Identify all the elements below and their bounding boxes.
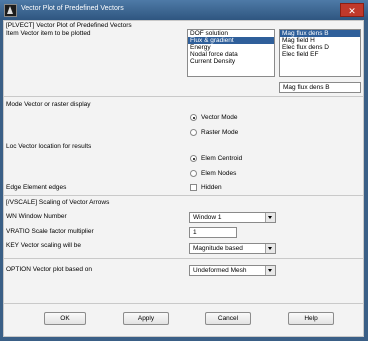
scale-factor-input[interactable]: 1 bbox=[189, 227, 237, 238]
cancel-button[interactable]: Cancel bbox=[205, 312, 251, 325]
apply-button[interactable]: Apply bbox=[123, 312, 169, 325]
hidden-checkbox[interactable] bbox=[190, 184, 197, 191]
item-component-list[interactable]: Mag flux dens B Mag field H Elec flux de… bbox=[279, 29, 361, 77]
elem-centroid-label: Elem Centroid bbox=[201, 155, 243, 162]
help-button[interactable]: Help bbox=[288, 312, 334, 325]
edge-label: Edge Element edges bbox=[6, 184, 67, 191]
option-label: OPTION Vector plot based on bbox=[6, 266, 92, 273]
item-label: Item Vector item to be plotted bbox=[6, 30, 91, 37]
raster-mode-label: Raster Mode bbox=[201, 129, 239, 136]
list-item[interactable]: DOF solution bbox=[188, 30, 274, 37]
dialog-body: [PLVECT] Vector Plot of Predefined Vecto… bbox=[3, 20, 364, 337]
hidden-label: Hidden bbox=[201, 184, 222, 191]
list-item[interactable]: Energy bbox=[188, 44, 274, 51]
vector-mode-label: Vector Mode bbox=[201, 114, 238, 121]
divider bbox=[4, 96, 363, 97]
chevron-down-icon[interactable] bbox=[265, 266, 275, 275]
divider bbox=[4, 258, 363, 259]
loc-label: Loc Vector location for results bbox=[6, 143, 92, 150]
plot-based-on-select[interactable]: Undeformed Mesh bbox=[189, 265, 276, 276]
list-item[interactable]: Elec flux dens D bbox=[280, 44, 360, 51]
item-category-list[interactable]: DOF solution Flux & gradient Energy Noda… bbox=[187, 29, 275, 77]
divider bbox=[4, 303, 363, 304]
divider bbox=[4, 195, 363, 196]
mode-label: Mode Vector or raster display bbox=[6, 101, 91, 108]
key-scaling-select[interactable]: Magnitude based bbox=[189, 243, 276, 254]
list-item[interactable]: Nodal force data bbox=[188, 51, 274, 58]
key-scaling-value: Magnitude based bbox=[193, 245, 243, 252]
list-item[interactable]: Current Density bbox=[188, 58, 274, 65]
elem-nodes-radio[interactable] bbox=[190, 170, 197, 177]
vector-mode-radio[interactable] bbox=[190, 114, 197, 121]
window-number-select[interactable]: Window 1 bbox=[189, 212, 276, 223]
chevron-down-icon[interactable] bbox=[265, 213, 275, 222]
vscale-header: [/VSCALE] Scaling of Vector Arrows bbox=[6, 199, 110, 206]
key-label: KEY Vector scaling will be bbox=[6, 242, 82, 249]
list-item-selected[interactable]: Flux & gradient bbox=[188, 37, 274, 44]
wn-label: WN Window Number bbox=[6, 213, 67, 220]
ansys-logo-icon bbox=[4, 4, 17, 17]
chevron-down-icon[interactable] bbox=[265, 244, 275, 253]
ok-button[interactable]: OK bbox=[44, 312, 86, 325]
list-item[interactable]: Elec field EF bbox=[280, 51, 360, 58]
item-selection-field[interactable]: Mag flux dens B bbox=[279, 82, 361, 93]
window-title: Vector Plot of Predefined Vectors bbox=[21, 5, 124, 12]
elem-centroid-radio[interactable] bbox=[190, 155, 197, 162]
plot-based-on-value: Undeformed Mesh bbox=[193, 267, 247, 274]
command-header: [PLVECT] Vector Plot of Predefined Vecto… bbox=[6, 22, 132, 29]
title-bar[interactable]: Vector Plot of Predefined Vectors ✕ bbox=[0, 0, 368, 20]
raster-mode-radio[interactable] bbox=[190, 129, 197, 136]
elem-nodes-label: Elem Nodes bbox=[201, 170, 237, 177]
close-button[interactable]: ✕ bbox=[340, 3, 364, 17]
list-item-selected[interactable]: Mag flux dens B bbox=[280, 30, 360, 37]
vratio-label: VRATIO Scale factor multiplier bbox=[6, 228, 94, 235]
dialog-window: Vector Plot of Predefined Vectors ✕ [PLV… bbox=[0, 0, 368, 341]
window-number-value: Window 1 bbox=[193, 214, 222, 221]
list-item[interactable]: Mag field H bbox=[280, 37, 360, 44]
